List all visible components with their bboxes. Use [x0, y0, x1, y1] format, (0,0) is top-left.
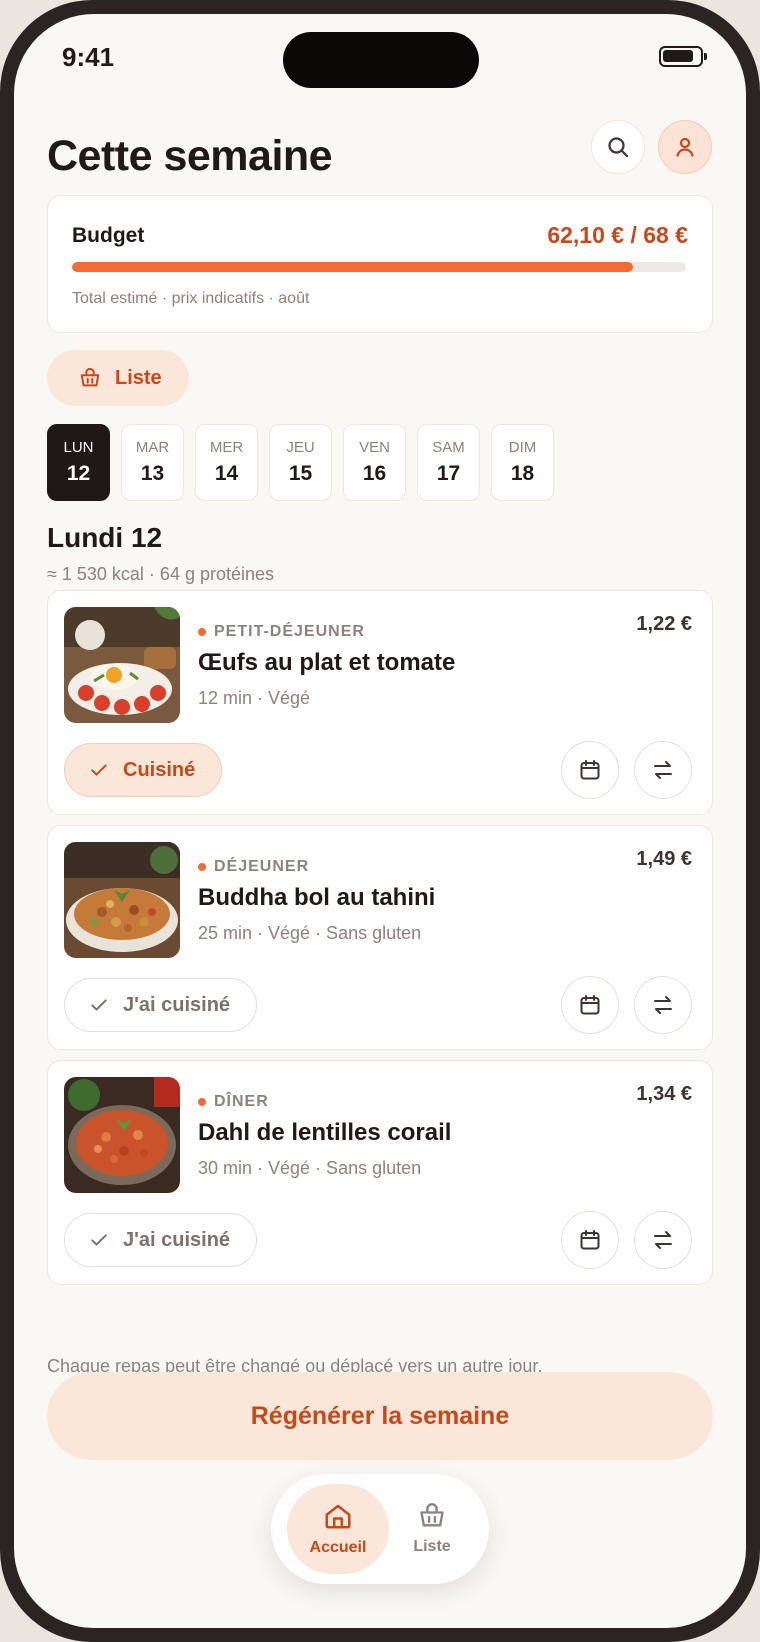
- check-icon: [91, 1234, 107, 1246]
- day-tab-mer[interactable]: MER 14: [195, 424, 258, 501]
- mark-cooked-button[interactable]: J'ai cuisiné: [64, 978, 258, 1032]
- budget-progress: [72, 262, 686, 272]
- meal-photo: [64, 1077, 180, 1193]
- meal-price: 1,22 €: [636, 613, 692, 635]
- status-time: 9:41: [62, 42, 115, 72]
- calendar-icon: [580, 995, 600, 1015]
- day-tab-sam[interactable]: SAM 17: [417, 424, 480, 501]
- profile-button[interactable]: [658, 120, 712, 174]
- day-name: SAM: [432, 439, 465, 456]
- page-title: Cette semaine: [47, 132, 333, 180]
- move-meal-button[interactable]: [561, 976, 619, 1034]
- tab-list-label: Liste: [413, 1538, 451, 1555]
- search-icon: [608, 137, 629, 158]
- day-number: 14: [214, 462, 239, 485]
- calendar-icon: [580, 760, 600, 780]
- meal-meta: 25 min · Végé · Sans gluten: [198, 923, 422, 943]
- swap-meal-button[interactable]: [634, 741, 692, 799]
- meal-price: 1,49 €: [636, 848, 692, 870]
- day-number: 18: [510, 462, 535, 485]
- swap-icon: [654, 761, 672, 779]
- move-meal-button[interactable]: [561, 741, 619, 799]
- day-name: LUN: [63, 439, 94, 456]
- day-name: VEN: [359, 439, 390, 456]
- tab-home[interactable]: Accueil: [287, 1484, 389, 1574]
- budget-progress-fill: [72, 262, 633, 272]
- meal-name: Buddha bol au tahini: [198, 884, 436, 911]
- device-frame: 9:41 Cette semaine Budget 62,10 € / 68 €…: [0, 0, 760, 1642]
- budget-note: Total estimé · prix indicatifs · août: [72, 290, 310, 307]
- day-name: JEU: [286, 439, 315, 456]
- meal-card[interactable]: DÎNER Dahl de lentilles corail 30 min · Vé…: [47, 1060, 713, 1285]
- day-tab-dim[interactable]: DIM 18: [491, 424, 554, 501]
- day-number: 17: [436, 462, 461, 485]
- day-name: MAR: [135, 439, 170, 456]
- mark-cooked-label: J'ai cuisiné: [123, 1228, 231, 1251]
- day-tab-mar[interactable]: MAR 13: [121, 424, 184, 501]
- mark-cooked-button[interactable]: Cuisiné: [64, 743, 223, 797]
- calendar-icon: [580, 1230, 600, 1250]
- battery-icon: [659, 46, 707, 67]
- regenerate-week-button[interactable]: Régénérer la semaine: [47, 1372, 713, 1460]
- day-tab-lun[interactable]: LUN 12: [47, 424, 110, 501]
- tab-bar: Accueil Liste: [271, 1474, 489, 1584]
- swap-meal-button[interactable]: [634, 976, 692, 1034]
- check-icon: [91, 764, 107, 776]
- budget-label: Budget: [72, 224, 145, 247]
- mark-cooked-label: J'ai cuisiné: [123, 993, 231, 1016]
- day-selector: LUN 12 MAR 13 MER 14 JEU 15 VEN 16 SAM 17 DIM 18: [47, 424, 554, 501]
- shopping-list-label: Liste: [115, 366, 162, 389]
- meal-name: Dahl de lentilles corail: [198, 1119, 452, 1146]
- basket-icon: [420, 1503, 444, 1527]
- mark-cooked-label: Cuisiné: [123, 758, 196, 781]
- day-tab-ven[interactable]: VEN 16: [343, 424, 406, 501]
- day-number: 16: [362, 462, 387, 485]
- day-number: 12: [66, 462, 91, 485]
- day-name: MER: [209, 439, 244, 456]
- meal-type: DÎNER: [198, 1093, 269, 1111]
- day-number: 13: [140, 462, 165, 485]
- budget-value: 62,10 € / 68 €: [547, 222, 688, 248]
- app-screen: 9:41 Cette semaine Budget 62,10 € / 68 €…: [14, 14, 746, 1628]
- day-tab-jeu[interactable]: JEU 15: [269, 424, 332, 501]
- meal-photo: [64, 607, 180, 723]
- swap-icon: [654, 996, 672, 1014]
- meal-type: DÉJEUNER: [198, 858, 309, 876]
- mark-cooked-button[interactable]: J'ai cuisiné: [64, 1213, 258, 1267]
- meal-card[interactable]: PETIT-DÉJEUNER Œufs au plat et tomate 12 m…: [47, 590, 713, 815]
- shopping-list-button[interactable]: Liste: [47, 350, 189, 406]
- day-summary: ≈ 1 530 kcal · 64 g protéines: [47, 564, 275, 584]
- meal-name: Œufs au plat et tomate: [198, 649, 456, 676]
- tab-home-label: Accueil: [309, 1539, 367, 1556]
- budget-card: Budget 62,10 € / 68 € Total estimé · pri…: [47, 195, 713, 333]
- dynamic-island: [283, 32, 479, 88]
- basket-icon: [80, 367, 100, 387]
- day-number: 15: [288, 462, 313, 485]
- meal-meta: 30 min · Végé · Sans gluten: [198, 1158, 422, 1178]
- swap-meal-button[interactable]: [634, 1211, 692, 1269]
- move-meal-button[interactable]: [561, 1211, 619, 1269]
- meal-type: PETIT-DÉJEUNER: [198, 623, 365, 641]
- home-icon: [325, 1504, 351, 1529]
- check-icon: [91, 999, 107, 1011]
- meal-price: 1,34 €: [636, 1083, 692, 1105]
- user-icon: [676, 137, 694, 157]
- meal-card[interactable]: DÉJEUNER Buddha bol au tahini 25 min · Vég…: [47, 825, 713, 1050]
- search-button[interactable]: [591, 120, 645, 174]
- day-name: DIM: [508, 439, 537, 456]
- meal-meta: 12 min · Végé: [198, 688, 311, 708]
- day-title: Lundi 12: [47, 522, 163, 553]
- swap-icon: [654, 1231, 672, 1249]
- tab-list[interactable]: Liste: [381, 1484, 483, 1574]
- meal-photo: [64, 842, 180, 958]
